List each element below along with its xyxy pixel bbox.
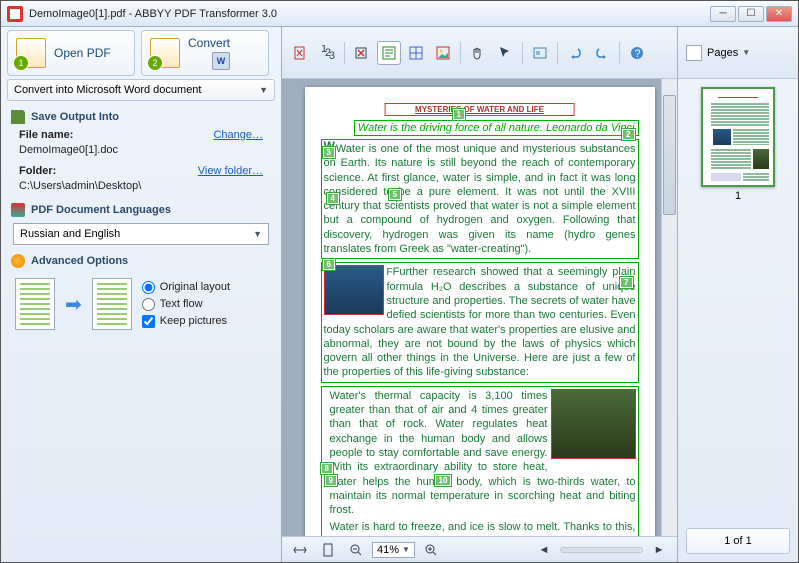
open-pdf-label: Open PDF bbox=[54, 46, 111, 60]
app-icon bbox=[7, 6, 23, 22]
layout-target-thumb bbox=[92, 278, 132, 330]
left-panel: Open PDF Convert W Convert into Microsof… bbox=[1, 27, 281, 562]
region-tag: 3 bbox=[323, 147, 335, 158]
zoom-out-button[interactable] bbox=[344, 538, 368, 562]
region-tag: 10 bbox=[435, 475, 452, 486]
page-thumbnail[interactable] bbox=[701, 87, 775, 187]
advanced-heading: Advanced Options bbox=[1, 249, 281, 270]
maximize-button[interactable]: ☐ bbox=[738, 6, 764, 22]
document-viewport[interactable]: MYSTERIES OF WATER AND LIFE 1 Water is t… bbox=[282, 79, 677, 536]
chevron-down-icon: ▼ bbox=[259, 85, 268, 95]
picture-area-button[interactable] bbox=[431, 41, 455, 65]
delete-page-button[interactable] bbox=[288, 41, 312, 65]
languages-icon bbox=[11, 203, 25, 217]
view-folder-link[interactable]: View folder… bbox=[198, 165, 263, 177]
save-icon bbox=[11, 110, 25, 124]
region-tag: 9 bbox=[325, 475, 337, 486]
convert-target-word-icon[interactable]: W bbox=[212, 52, 230, 70]
text-area-button[interactable] bbox=[377, 41, 401, 65]
pages-heading: Pages bbox=[707, 47, 738, 59]
prev-page-button[interactable]: ◄ bbox=[532, 538, 556, 562]
window-buttons: ─ ☐ ✕ bbox=[710, 6, 792, 22]
analyze-button[interactable] bbox=[528, 41, 552, 65]
region-tag: 2 bbox=[622, 129, 634, 140]
folder-value: C:\Users\admin\Desktop\ bbox=[1, 180, 281, 198]
document-area: 123 ? MYSTERIES OF WATER AND LIFE 1 Wate… bbox=[281, 27, 678, 562]
text-flow-radio[interactable]: Text flow bbox=[142, 298, 230, 311]
zoom-in-button[interactable] bbox=[419, 538, 443, 562]
region-tag: 8 bbox=[321, 463, 333, 474]
undo-button[interactable] bbox=[563, 41, 587, 65]
table-area-button[interactable] bbox=[404, 41, 428, 65]
svg-text:3: 3 bbox=[329, 50, 335, 61]
next-page-button[interactable]: ► bbox=[647, 538, 671, 562]
center-toolbar: 123 ? bbox=[282, 27, 677, 79]
folder-label: Folder: bbox=[19, 165, 56, 177]
languages-heading: PDF Document Languages bbox=[1, 198, 281, 219]
region-tag: 1 bbox=[453, 109, 465, 120]
chevron-down-icon: ▼ bbox=[253, 229, 262, 239]
vertical-scrollbar[interactable] bbox=[661, 79, 677, 536]
doc-bullet: Water is hard to freeze, and ice is slow… bbox=[330, 520, 636, 536]
bottom-toolbar: 41%▼ ◄ ► bbox=[282, 536, 677, 562]
fit-page-button[interactable] bbox=[316, 538, 340, 562]
arrow-right-icon: ➡ bbox=[65, 292, 82, 317]
order-button[interactable]: 123 bbox=[315, 41, 339, 65]
keep-pictures-checkbox[interactable]: Keep pictures bbox=[142, 315, 230, 328]
language-value: Russian and English bbox=[20, 228, 120, 240]
open-pdf-button[interactable]: Open PDF bbox=[7, 30, 135, 76]
original-layout-radio[interactable]: Original layout bbox=[142, 281, 230, 294]
fit-width-button[interactable] bbox=[288, 538, 312, 562]
hand-tool-button[interactable] bbox=[466, 41, 490, 65]
window-title: DemoImage0[1].pdf - ABBYY PDF Transforme… bbox=[29, 8, 710, 20]
gear-icon bbox=[11, 254, 25, 268]
open-pdf-icon bbox=[16, 38, 46, 68]
convert-button[interactable]: Convert W bbox=[141, 30, 269, 76]
select-tool-button[interactable] bbox=[493, 41, 517, 65]
close-button[interactable]: ✕ bbox=[766, 6, 792, 22]
page-slider[interactable] bbox=[560, 547, 643, 553]
doc-quote: Water is the driving force of all nature… bbox=[354, 120, 639, 136]
redo-button[interactable] bbox=[590, 41, 614, 65]
doc-paragraph: WWater is one of the most unique and mys… bbox=[321, 139, 639, 259]
convert-label: Convert bbox=[188, 36, 230, 50]
layout-source-thumb bbox=[15, 278, 55, 330]
language-dropdown[interactable]: Russian and English ▼ bbox=[13, 223, 269, 245]
doc-image bbox=[324, 265, 384, 315]
page-thumbnail-number: 1 bbox=[686, 190, 790, 202]
filename-value: DemoImage0[1].doc bbox=[1, 144, 281, 162]
svg-text:?: ? bbox=[635, 48, 641, 60]
convert-format-value: Convert into Microsoft Word document bbox=[14, 84, 201, 96]
chevron-down-icon: ▼ bbox=[742, 48, 750, 57]
page-preview: MYSTERIES OF WATER AND LIFE 1 Water is t… bbox=[305, 87, 655, 536]
help-button[interactable]: ? bbox=[625, 41, 649, 65]
pages-icon bbox=[686, 45, 702, 61]
zoom-dropdown[interactable]: 41%▼ bbox=[372, 542, 415, 558]
change-filename-link[interactable]: Change… bbox=[213, 129, 263, 141]
doc-title: MYSTERIES OF WATER AND LIFE bbox=[384, 103, 575, 116]
minimize-button[interactable]: ─ bbox=[710, 6, 736, 22]
page-counter: 1 of 1 bbox=[686, 528, 790, 554]
convert-icon bbox=[150, 38, 180, 68]
convert-format-dropdown[interactable]: Convert into Microsoft Word document ▼ bbox=[7, 79, 275, 101]
pages-panel: Pages ▼ 1 1 of 1 bbox=[678, 27, 798, 562]
zoom-value: 41% bbox=[377, 544, 399, 556]
titlebar: DemoImage0[1].pdf - ABBYY PDF Transforme… bbox=[1, 1, 798, 27]
save-output-heading: Save Output Into bbox=[1, 105, 281, 126]
doc-image bbox=[551, 389, 636, 459]
delete-area-button[interactable] bbox=[350, 41, 374, 65]
filename-label: File name: bbox=[19, 129, 73, 141]
pages-heading-button[interactable]: Pages ▼ bbox=[678, 27, 798, 79]
